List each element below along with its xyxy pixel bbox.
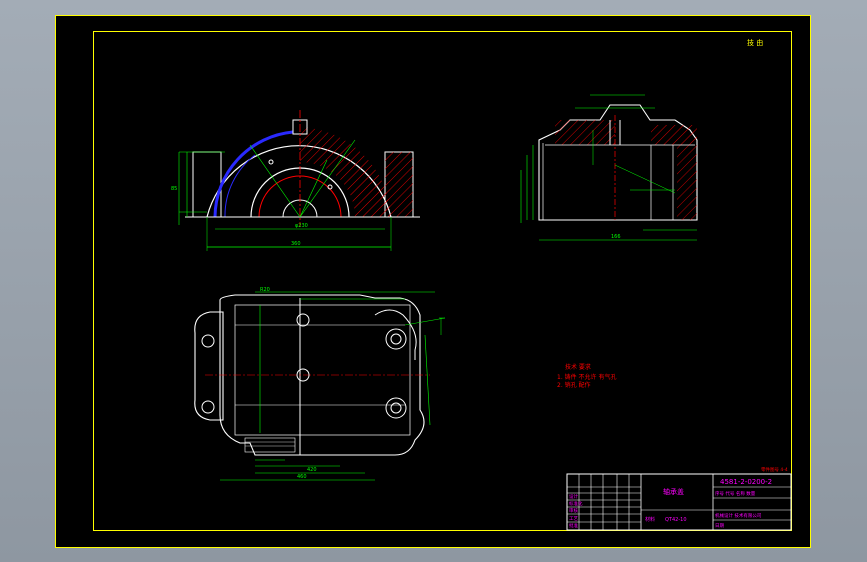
front-view: 360 φ230 85 [171, 110, 420, 251]
sheet-label: 技 由 [747, 38, 763, 47]
cell-process: 工艺 [569, 516, 578, 522]
title-block: 4581-2-0200-2 轴承盖 材料 QT42-10 序号 代号 名称 数量… [566, 473, 792, 531]
drawing-canvas: 技 由 360 φ230 85 166 420 460 R20 技术 要求 1.… [55, 15, 811, 548]
tech-item-1: 1. 铸件 不允许 有气孔 [557, 373, 616, 381]
cell-approve: 批准 [569, 522, 578, 529]
material-label: 材料 [645, 516, 655, 523]
material: QT42-10 [665, 517, 687, 523]
plan-view: 420 460 R20 [194, 287, 446, 481]
part-name: 轴承盖 [663, 487, 684, 496]
front-width-dim: 360 [291, 241, 301, 247]
company: 机械设计 技术有限公司 [715, 512, 761, 519]
drawing-number: 4581-2-0200-2 [720, 478, 772, 486]
plan-len2-dim: 460 [297, 474, 307, 480]
front-height-dim: 85 [171, 186, 177, 192]
outer-frame [55, 15, 811, 548]
tech-requirements: 技术 要求 1. 铸件 不允许 有气孔 2. 销孔 配作 [557, 363, 616, 389]
cell-date: 日期 [715, 523, 724, 529]
cad-viewport[interactable]: 技 由 360 φ230 85 166 420 460 R20 技术 要求 1.… [0, 0, 867, 562]
small-note: 零件图号 4-4 [761, 466, 788, 473]
title-row1: 序号 代号 名称 数量 [715, 490, 756, 497]
front-inner-dim: φ230 [295, 223, 308, 229]
plan-len1-dim: 420 [307, 467, 317, 473]
tech-title: 技术 要求 [565, 363, 591, 371]
inner-frame [93, 31, 792, 531]
drawing-sheet[interactable]: 技 由 360 φ230 85 166 420 460 R20 技术 要求 1.… [55, 15, 811, 548]
tech-item-2: 2. 销孔 配作 [557, 381, 591, 389]
plan-top-dim: R20 [260, 287, 270, 293]
cell-design: 设计 [569, 493, 578, 500]
cell-standard: 标准化 [569, 500, 583, 507]
cell-check: 审核 [569, 507, 578, 514]
side-width-dim: 166 [611, 234, 621, 240]
side-view: 166 [520, 94, 698, 241]
